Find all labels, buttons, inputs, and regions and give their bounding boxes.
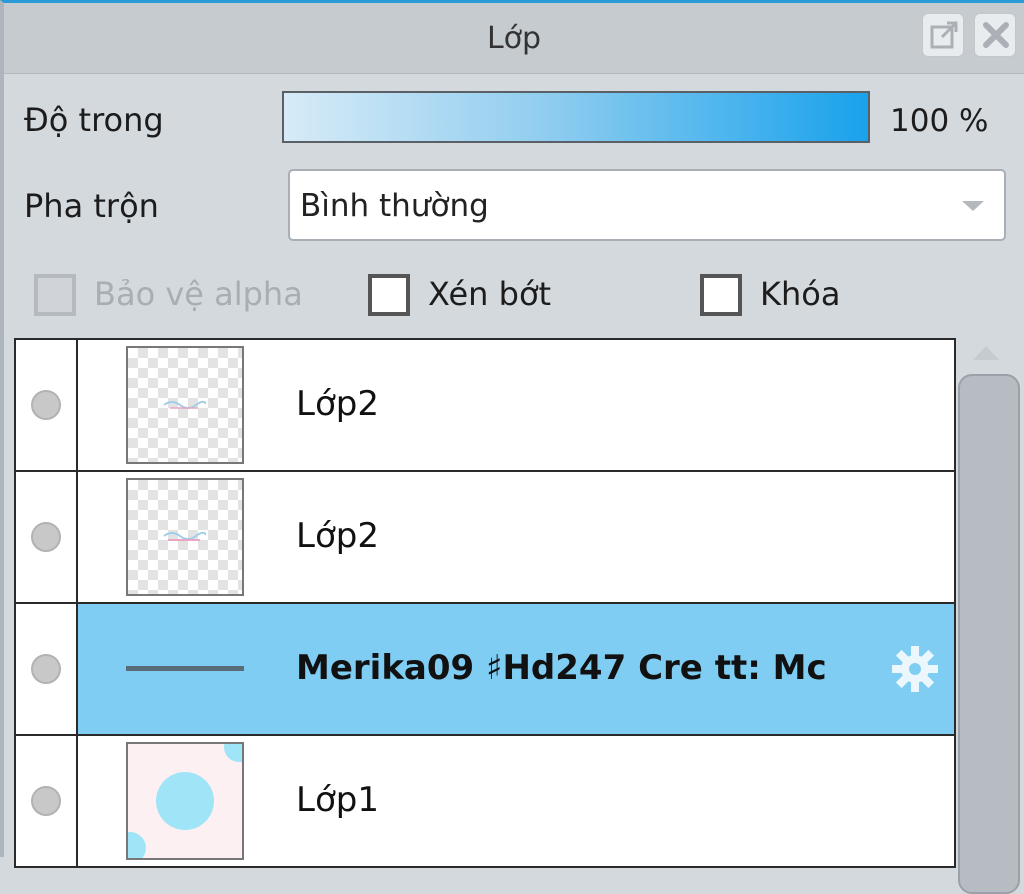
visibility-icon xyxy=(31,522,61,552)
gear-icon[interactable] xyxy=(888,642,942,696)
alpha-protect-checkbox[interactable] xyxy=(34,274,76,316)
chevron-down-icon xyxy=(962,201,984,211)
clip-checkbox[interactable] xyxy=(368,274,410,316)
layer-name: Merika09 ♯Hd247 Cre tt: Mc xyxy=(296,648,827,688)
layer-row-body[interactable]: Lớp1 xyxy=(78,736,954,866)
layer-list: Lớp2 Lớp2 Merika09 ♯Hd247 Cre tt: Mc Lớp… xyxy=(14,338,956,868)
layer-row-body[interactable]: Merika09 ♯Hd247 Cre tt: Mc xyxy=(78,604,954,734)
scroll-thumb[interactable] xyxy=(958,374,1020,894)
panel-title: Lớp xyxy=(486,21,542,56)
lock-checkbox[interactable] xyxy=(700,274,742,316)
opacity-value: 100 % xyxy=(890,103,989,139)
alpha-protect-label: Bảo vệ alpha xyxy=(94,275,303,313)
opacity-slider[interactable] xyxy=(282,91,870,143)
layer-thumbnail xyxy=(126,478,244,596)
panel-titlebar[interactable]: Lớp xyxy=(4,3,1024,74)
blend-mode-select[interactable]: Bình thường xyxy=(288,169,1006,241)
layer-name: Lớp2 xyxy=(296,516,379,556)
layer-thumbnail xyxy=(126,346,244,464)
visibility-toggle[interactable] xyxy=(16,604,78,734)
layer-row-body[interactable]: Lớp2 xyxy=(78,340,954,470)
close-icon xyxy=(983,22,1009,48)
scroll-up-arrow-icon[interactable] xyxy=(973,346,999,360)
popout-icon xyxy=(930,21,958,49)
blend-mode-value: Bình thường xyxy=(300,188,489,224)
visibility-toggle[interactable] xyxy=(16,736,78,866)
visibility-icon xyxy=(31,786,61,816)
visibility-toggle[interactable] xyxy=(16,340,78,470)
layer-row[interactable]: Lớp2 xyxy=(16,340,954,472)
popout-button[interactable] xyxy=(922,13,964,57)
visibility-icon xyxy=(31,390,61,420)
blend-label: Pha trộn xyxy=(24,187,159,225)
layer-panel: Lớp Độ trong 100 % Pha trộn Bình thường … xyxy=(0,0,1024,894)
layer-row[interactable]: Lớp1 xyxy=(16,736,954,866)
layer-row[interactable]: Lớp2 xyxy=(16,472,954,604)
opacity-label: Độ trong xyxy=(24,101,164,139)
visibility-icon xyxy=(31,654,61,684)
layer-list-scrollbar[interactable] xyxy=(958,338,1024,894)
lock-label: Khóa xyxy=(760,275,841,313)
close-button[interactable] xyxy=(974,13,1016,57)
layer-row-body[interactable]: Lớp2 xyxy=(78,472,954,602)
clip-label: Xén bớt xyxy=(428,275,552,313)
layer-thumbnail xyxy=(126,742,244,860)
layer-name: Lớp2 xyxy=(296,384,379,424)
layer-thumbnail xyxy=(126,666,244,671)
visibility-toggle[interactable] xyxy=(16,472,78,602)
layer-name: Lớp1 xyxy=(296,780,379,820)
layer-row-selected[interactable]: Merika09 ♯Hd247 Cre tt: Mc xyxy=(16,604,954,736)
